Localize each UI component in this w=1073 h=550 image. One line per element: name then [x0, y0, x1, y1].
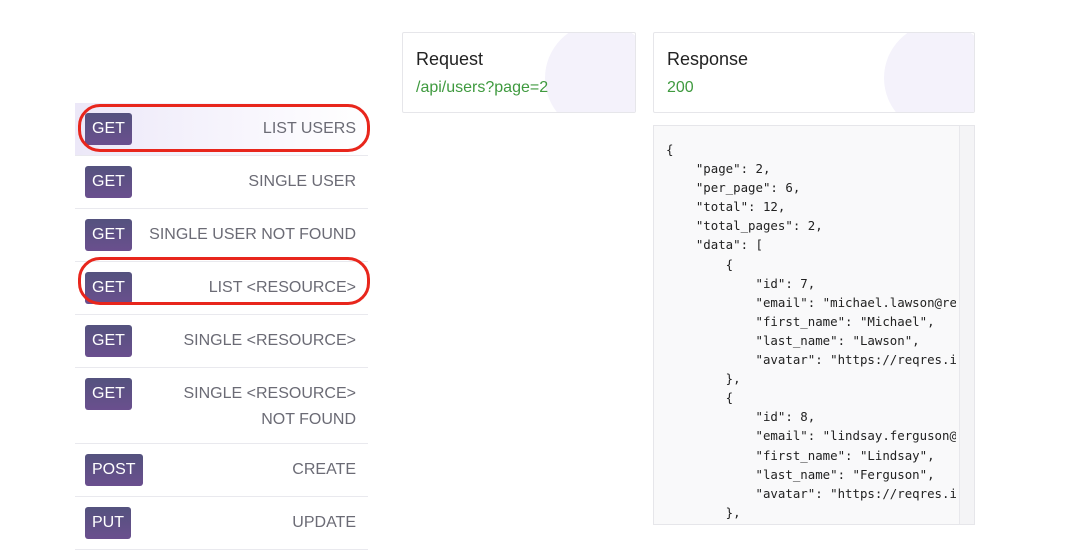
- method-badge: PUT: [85, 507, 131, 539]
- method-badge: POST: [85, 454, 143, 486]
- method-badge: GET: [85, 113, 132, 145]
- card-decoration: [884, 33, 974, 112]
- request-card: Request /api/users?page=2: [402, 32, 636, 113]
- endpoint-create[interactable]: POST CREATE: [75, 444, 368, 497]
- method-badge: GET: [85, 272, 132, 304]
- endpoint-single-user-not-found[interactable]: GET SINGLE USER NOT FOUND: [75, 209, 368, 262]
- request-url: /api/users?page=2: [416, 79, 549, 96]
- endpoint-label: CREATE: [292, 461, 356, 478]
- method-badge: GET: [85, 378, 132, 410]
- endpoint-single-user[interactable]: GET SINGLE USER: [75, 156, 368, 209]
- method-badge: GET: [85, 166, 132, 198]
- endpoint-label: SINGLE USER NOT FOUND: [149, 226, 356, 243]
- request-title: Request: [416, 49, 484, 69]
- endpoint-update[interactable]: PUT UPDATE: [75, 497, 368, 550]
- response-card: Response 200: [653, 32, 975, 113]
- endpoint-label: LIST <RESOURCE>: [208, 279, 356, 296]
- endpoint-single-resource[interactable]: GET SINGLE <RESOURCE>: [75, 315, 368, 368]
- method-badge: GET: [85, 219, 132, 251]
- response-title: Response: [667, 49, 749, 69]
- endpoint-label: SINGLE USER: [248, 173, 356, 190]
- endpoint-list: GET LIST USERS GET SINGLE USER GET SINGL…: [75, 103, 368, 550]
- response-body[interactable]: { "page": 2, "per_page": 6, "total": 12,…: [653, 125, 975, 525]
- endpoint-label: SINGLE <RESOURCE>: [183, 332, 357, 349]
- response-scrollbar[interactable]: [959, 126, 974, 524]
- response-json: { "page": 2, "per_page": 6, "total": 12,…: [666, 142, 956, 520]
- endpoint-label: LIST USERS: [262, 120, 356, 137]
- endpoint-label: SINGLE <RESOURCE> NOT FOUND: [183, 385, 357, 428]
- endpoint-label: UPDATE: [292, 514, 356, 531]
- endpoint-single-resource-not-found[interactable]: GET SINGLE <RESOURCE> NOT FOUND: [75, 368, 368, 444]
- endpoint-list-resource[interactable]: GET LIST <RESOURCE>: [75, 262, 368, 315]
- response-status: 200: [667, 79, 694, 96]
- card-decoration: [545, 33, 635, 112]
- endpoint-list-users[interactable]: GET LIST USERS: [75, 103, 368, 156]
- method-badge: GET: [85, 325, 132, 357]
